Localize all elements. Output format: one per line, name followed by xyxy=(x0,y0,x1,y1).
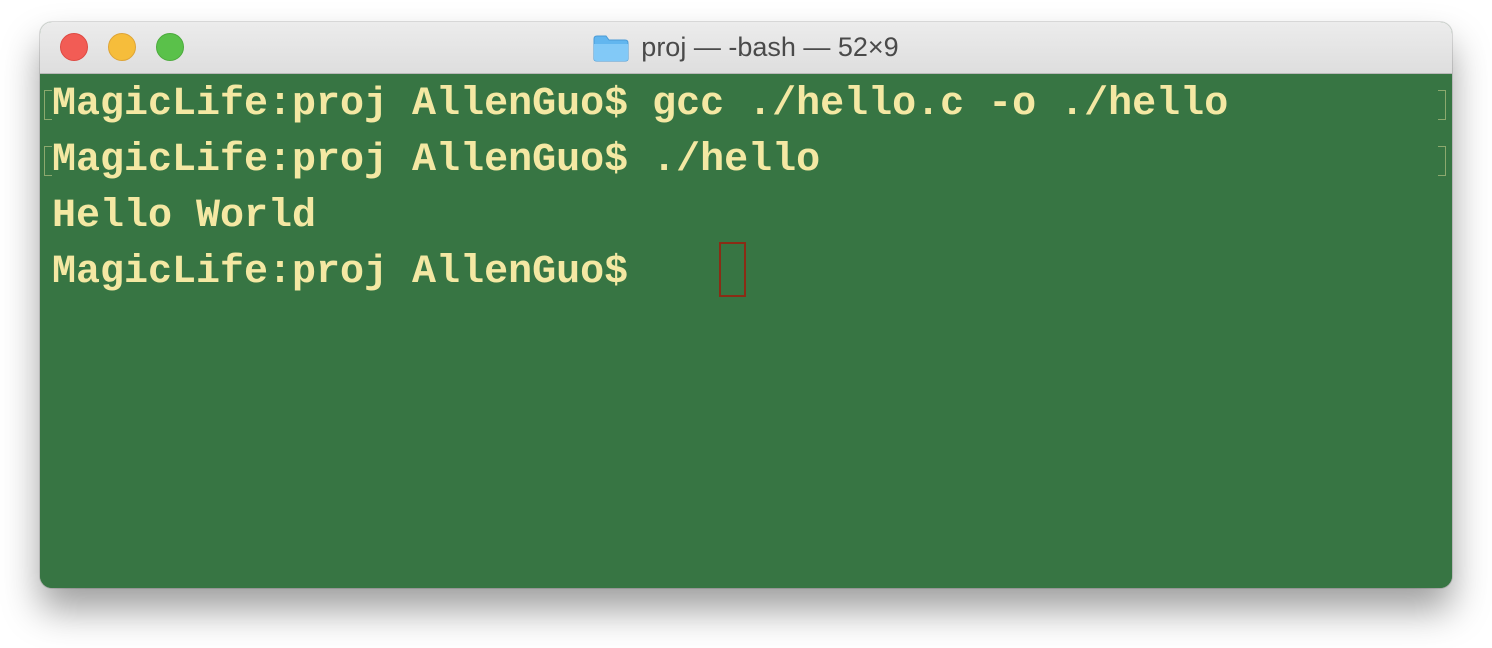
terminal-window: proj — -bash — 52×9 MagicLife:proj Allen… xyxy=(40,22,1452,588)
line-mark-left xyxy=(44,146,52,176)
terminal-content[interactable]: MagicLife:proj AllenGuo$ gcc ./hello.c -… xyxy=(40,74,1452,588)
terminal-line-2: MagicLife:proj AllenGuo$ ./hello xyxy=(52,138,821,183)
text-cursor xyxy=(719,242,746,297)
line-mark-right xyxy=(1438,90,1446,120)
line-mark-right xyxy=(1438,146,1446,176)
folder-icon xyxy=(593,35,629,61)
terminal-line-3: Hello World xyxy=(52,194,317,239)
line-mark-left xyxy=(44,90,52,120)
terminal-prompt-line: MagicLife:proj AllenGuo$ xyxy=(52,250,653,295)
window-title-text: proj — -bash — 52×9 xyxy=(641,32,899,62)
terminal-line-1: MagicLife:proj AllenGuo$ gcc ./hello.c -… xyxy=(52,82,1229,127)
title-bar[interactable]: proj — -bash — 52×9 xyxy=(40,22,1452,74)
window-title: proj — -bash — 52×9 xyxy=(40,22,1452,73)
